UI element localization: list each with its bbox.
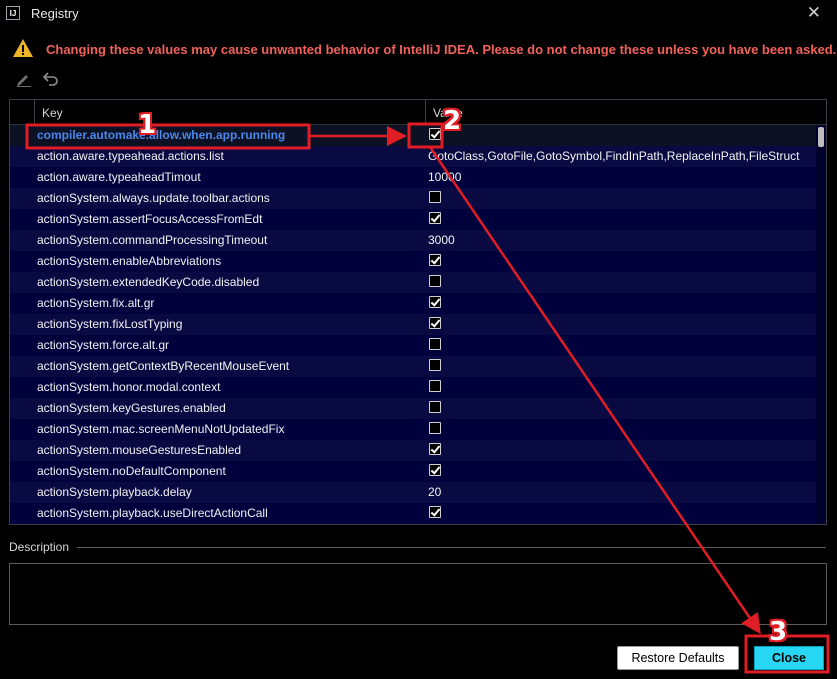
registry-key: actionSystem.fix.alt.gr <box>37 296 155 310</box>
table-row[interactable]: actionSystem.fix.alt.gr <box>10 293 816 314</box>
table-row[interactable]: actionSystem.assertFocusAccessFromEdt <box>10 209 816 230</box>
registry-key: actionSystem.commandProcessingTimeout <box>37 233 268 247</box>
vertical-scrollbar[interactable] <box>816 125 826 524</box>
value-checkbox[interactable] <box>429 380 441 392</box>
close-icon[interactable]: ✕ <box>807 3 821 23</box>
table-row[interactable]: action.aware.typeahead.actions.list GotoC… <box>10 146 816 167</box>
column-divider[interactable] <box>425 100 426 124</box>
registry-key: action.aware.typeahead.actions.list <box>37 149 224 163</box>
registry-key: actionSystem.force.alt.gr <box>37 338 170 352</box>
description-label: Description <box>9 540 70 554</box>
value-checkbox[interactable] <box>429 422 441 434</box>
table-row[interactable]: actionSystem.playback.delay 20 <box>10 482 816 503</box>
value-text[interactable]: 3000 <box>428 233 816 247</box>
table-row[interactable]: actionSystem.keyGestures.enabled <box>10 398 816 419</box>
table-row[interactable]: actionSystem.enableAbbreviations <box>10 251 816 272</box>
registry-key: actionSystem.mac.screenMenuNotUpdatedFix <box>37 422 285 436</box>
registry-key: actionSystem.extendedKeyCode.disabled <box>37 275 260 289</box>
pencil-icon[interactable] <box>15 71 33 87</box>
registry-key: actionSystem.assertFocusAccessFromEdt <box>37 212 263 226</box>
description-separator <box>77 547 826 548</box>
table-row[interactable]: action.aware.typeaheadTimout 10000 <box>10 167 816 188</box>
registry-key: actionSystem.getContextByRecentMouseEven… <box>37 359 290 373</box>
registry-key: actionSystem.mouseGesturesEnabled <box>37 443 242 457</box>
registry-key: actionSystem.honor.modal.context <box>37 380 221 394</box>
table-body: compiler.automake.allow.when.app.running… <box>10 125 816 524</box>
registry-key: actionSystem.noDefaultComponent <box>37 464 226 478</box>
registry-key: actionSystem.enableAbbreviations <box>37 254 222 268</box>
value-checkbox[interactable] <box>429 128 441 140</box>
value-text[interactable]: GotoClass,GotoFile,GotoSymbol,FindInPath… <box>428 149 816 163</box>
value-checkbox[interactable] <box>429 254 441 266</box>
value-checkbox[interactable] <box>429 359 441 371</box>
value-checkbox[interactable] <box>429 464 441 476</box>
value-checkbox[interactable] <box>429 275 441 287</box>
scrollbar-thumb[interactable] <box>818 127 824 147</box>
registry-key: actionSystem.always.update.toolbar.actio… <box>37 191 270 205</box>
table-row[interactable]: actionSystem.always.update.toolbar.actio… <box>10 188 816 209</box>
header-gutter-divider <box>34 100 35 124</box>
value-text[interactable]: 20 <box>428 485 816 499</box>
value-checkbox[interactable] <box>429 317 441 329</box>
registry-key: actionSystem.keyGestures.enabled <box>37 401 226 415</box>
annotation-number-3: 3 <box>769 617 788 647</box>
table-row[interactable]: actionSystem.honor.modal.context <box>10 377 816 398</box>
value-checkbox[interactable] <box>429 401 441 413</box>
table-row[interactable]: actionSystem.force.alt.gr <box>10 335 816 356</box>
table-row[interactable]: actionSystem.playback.useDirectActionCal… <box>10 503 816 524</box>
value-text[interactable]: 10000 <box>428 170 816 184</box>
registry-key: compiler.automake.allow.when.app.running <box>37 128 286 142</box>
window-title: Registry <box>31 6 79 21</box>
table-row[interactable]: actionSystem.noDefaultComponent <box>10 461 816 482</box>
intellij-app-icon: IJ <box>6 6 20 20</box>
description-panel <box>9 563 827 625</box>
registry-key: actionSystem.playback.useDirectActionCal… <box>37 506 268 520</box>
registry-key: actionSystem.playback.delay <box>37 485 192 499</box>
value-checkbox[interactable] <box>429 212 441 224</box>
table-row[interactable]: actionSystem.mac.screenMenuNotUpdatedFix <box>10 419 816 440</box>
warning-triangle-icon <box>13 39 33 57</box>
table-row[interactable]: actionSystem.getContextByRecentMouseEven… <box>10 356 816 377</box>
annotation-number-1: 1 <box>138 110 157 140</box>
value-checkbox[interactable] <box>429 506 441 518</box>
warning-message: Changing these values may cause unwanted… <box>46 42 837 57</box>
restore-defaults-button[interactable]: Restore Defaults <box>617 646 739 670</box>
value-checkbox[interactable] <box>429 443 441 455</box>
annotation-number-2: 2 <box>443 106 462 136</box>
undo-icon[interactable] <box>42 70 60 86</box>
table-row[interactable]: actionSystem.fixLostTyping <box>10 314 816 335</box>
table-row[interactable]: actionSystem.mouseGesturesEnabled <box>10 440 816 461</box>
table-row[interactable]: actionSystem.extendedKeyCode.disabled <box>10 272 816 293</box>
value-checkbox[interactable] <box>429 191 441 203</box>
table-header: Key Value <box>10 100 826 125</box>
value-checkbox[interactable] <box>429 338 441 350</box>
title-bar: IJ Registry ✕ <box>0 0 837 28</box>
table-row[interactable]: actionSystem.commandProcessingTimeout 300… <box>10 230 816 251</box>
registry-key: action.aware.typeaheadTimout <box>37 170 201 184</box>
table-row[interactable]: compiler.automake.allow.when.app.running <box>10 125 816 146</box>
value-checkbox[interactable] <box>429 296 441 308</box>
column-header-key[interactable]: Key <box>42 106 63 120</box>
registry-table: Key Value compiler.automake.allow.when.a… <box>9 99 827 525</box>
registry-key: actionSystem.fixLostTyping <box>37 317 183 331</box>
close-button[interactable]: Close <box>754 646 824 670</box>
